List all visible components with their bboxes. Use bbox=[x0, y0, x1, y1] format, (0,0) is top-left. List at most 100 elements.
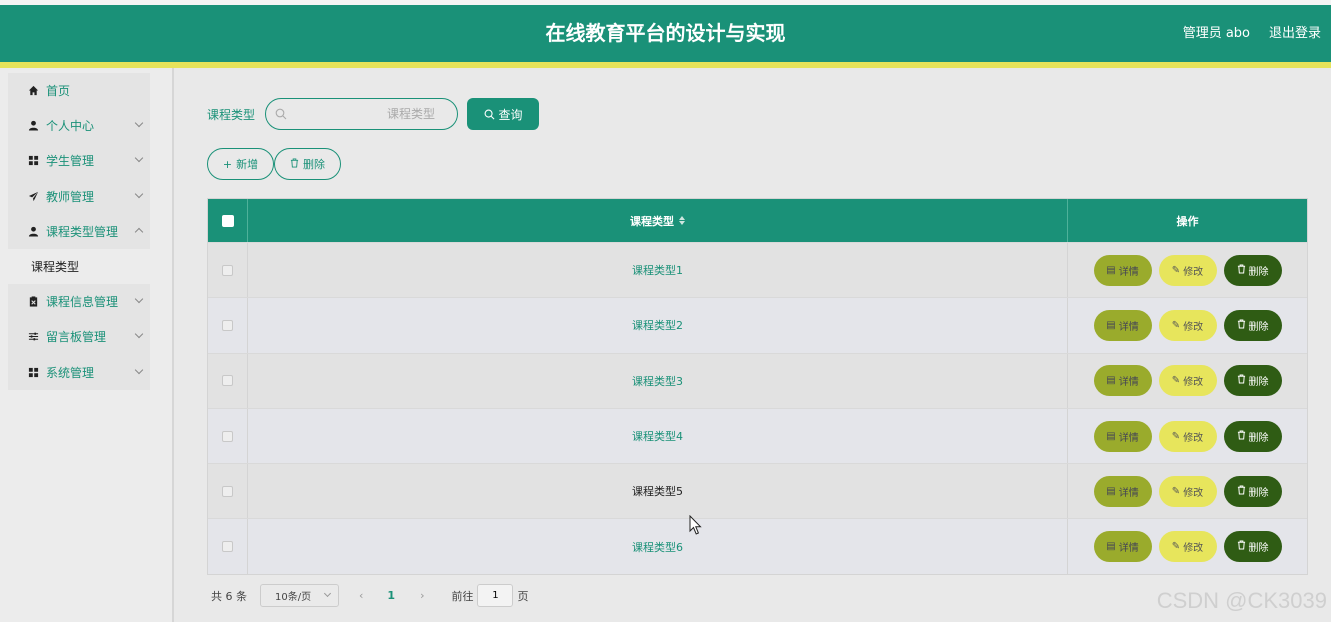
watermark: CSDN @CK3039 bbox=[1156, 588, 1327, 613]
table-header: 课程类型 操作 bbox=[208, 199, 1307, 242]
row-checkbox[interactable] bbox=[222, 485, 233, 497]
search-label: 课程类型 bbox=[207, 107, 256, 122]
pencil-icon: ✎ bbox=[1171, 430, 1181, 442]
goto-label: 前往 bbox=[451, 589, 474, 603]
goto-page-input[interactable] bbox=[477, 584, 514, 607]
row-checkbox[interactable] bbox=[222, 430, 233, 442]
edit-label: 修改 bbox=[1183, 377, 1204, 389]
course-type-cell: 课程类型5 bbox=[248, 464, 1068, 519]
column-header-course-type[interactable]: 课程类型 bbox=[248, 199, 1068, 242]
edit-button[interactable]: ✎ 修改 bbox=[1158, 531, 1217, 563]
row-select-cell bbox=[208, 408, 248, 464]
table-row: 课程类型2 ▤ 详情 ✎ 修改 删除 bbox=[208, 297, 1307, 353]
trash-icon bbox=[1237, 319, 1246, 332]
delete-button[interactable]: 删除 bbox=[1223, 475, 1282, 507]
next-page-button[interactable]: › bbox=[420, 589, 424, 602]
select-all-checkbox[interactable] bbox=[221, 214, 234, 227]
home-icon bbox=[26, 84, 40, 98]
delete-label: 删除 bbox=[1248, 432, 1269, 444]
table-row: 课程类型6 ▤ 详情 ✎ 修改 删除 bbox=[208, 518, 1307, 574]
add-button[interactable]: + 新增 bbox=[207, 148, 274, 180]
detail-button[interactable]: ▤ 详情 bbox=[1093, 420, 1152, 452]
table-row: 课程类型5 ▤ 详情 ✎ 修改 删除 bbox=[208, 463, 1307, 519]
detail-button[interactable]: ▤ 详情 bbox=[1093, 254, 1152, 286]
sidebar-item-course-info-management[interactable]: 课程信息管理 bbox=[8, 284, 150, 320]
prev-page-button[interactable]: ‹ bbox=[359, 589, 363, 602]
page-number-1[interactable]: 1 bbox=[387, 589, 395, 602]
delete-label: 删除 bbox=[1248, 487, 1269, 499]
column-header-actions: 操作 bbox=[1176, 214, 1199, 228]
row-checkbox[interactable] bbox=[222, 541, 233, 553]
table-row: 课程类型4 ▤ 详情 ✎ 修改 删除 bbox=[208, 407, 1307, 464]
row-actions: ▤ 详情 ✎ 修改 删除 bbox=[1068, 519, 1307, 573]
user-icon bbox=[26, 224, 40, 238]
batch-delete-button[interactable]: 删除 bbox=[274, 148, 341, 180]
edit-button[interactable]: ✎ 修改 bbox=[1158, 475, 1217, 507]
edit-button[interactable]: ✎ 修改 bbox=[1158, 254, 1217, 286]
sidebar-item-label: 留言板管理 bbox=[46, 330, 107, 345]
row-select-cell bbox=[208, 464, 248, 519]
document-icon: ▤ bbox=[1106, 264, 1116, 276]
mouse-cursor-icon bbox=[689, 515, 702, 535]
chevron-down-icon bbox=[134, 118, 144, 128]
header: 在线教育平台的设计与实现 管理员 abo 退出登录 bbox=[0, 5, 1331, 62]
row-checkbox[interactable] bbox=[222, 319, 233, 331]
sidebar: 首页 个人中心 学生管理 教师管理 课程类型管理 课程类型 课程信息管理 留言板… bbox=[0, 68, 174, 622]
search-input[interactable] bbox=[266, 99, 458, 129]
query-button-label: 查询 bbox=[498, 107, 523, 122]
edit-button[interactable]: ✎ 修改 bbox=[1158, 420, 1217, 452]
sidebar-item-home[interactable]: 首页 bbox=[8, 73, 150, 109]
trash-icon bbox=[1237, 264, 1246, 277]
query-button[interactable]: 查询 bbox=[467, 98, 540, 130]
table-row: 课程类型1 ▤ 详情 ✎ 修改 删除 bbox=[208, 242, 1307, 298]
pencil-icon: ✎ bbox=[1171, 319, 1181, 331]
detail-label: 详情 bbox=[1118, 487, 1139, 499]
row-checkbox[interactable] bbox=[222, 375, 233, 387]
sidebar-item-personal-center[interactable]: 个人中心 bbox=[8, 108, 150, 144]
document-icon: ▤ bbox=[1106, 485, 1116, 497]
batch-delete-label: 删除 bbox=[303, 158, 325, 171]
row-actions: ▤ 详情 ✎ 修改 删除 bbox=[1068, 298, 1307, 352]
detail-button[interactable]: ▤ 详情 bbox=[1093, 475, 1152, 507]
edit-label: 修改 bbox=[1183, 321, 1204, 333]
trash-icon bbox=[290, 158, 299, 171]
delete-button[interactable]: 删除 bbox=[1223, 531, 1282, 563]
row-checkbox[interactable] bbox=[222, 264, 233, 276]
edit-button[interactable]: ✎ 修改 bbox=[1158, 309, 1217, 341]
edit-label: 修改 bbox=[1183, 432, 1204, 444]
logout-button[interactable]: 退出登录 bbox=[1269, 5, 1321, 62]
detail-button[interactable]: ▤ 详情 bbox=[1093, 365, 1152, 397]
chevron-down-icon bbox=[134, 365, 144, 374]
toolbar: + 新增 删除 bbox=[207, 148, 341, 180]
current-user: 管理员 abo bbox=[1182, 26, 1250, 41]
grid-icon bbox=[26, 365, 40, 379]
course-type-cell: 课程类型2 bbox=[248, 298, 1068, 353]
sidebar-item-message-board-management[interactable]: 留言板管理 bbox=[8, 319, 150, 355]
delete-label: 删除 bbox=[1248, 543, 1269, 555]
table-row: 课程类型3 ▤ 详情 ✎ 修改 删除 bbox=[208, 352, 1307, 408]
sidebar-item-course-type-management[interactable]: 课程类型管理 bbox=[8, 213, 150, 249]
detail-label: 详情 bbox=[1118, 543, 1139, 555]
detail-button[interactable]: ▤ 详情 bbox=[1093, 309, 1152, 341]
sidebar-item-label: 课程类型管理 bbox=[46, 224, 119, 239]
document-icon: ▤ bbox=[1106, 430, 1116, 442]
delete-button[interactable]: 删除 bbox=[1223, 309, 1282, 341]
sidebar-item-student-management[interactable]: 学生管理 bbox=[8, 143, 150, 179]
sidebar-item-label: 课程信息管理 bbox=[46, 295, 119, 310]
sort-icon[interactable] bbox=[679, 216, 685, 225]
sidebar-subitem-course-type[interactable]: 课程类型 bbox=[8, 249, 150, 284]
detail-label: 详情 bbox=[1118, 432, 1139, 444]
sidebar-item-teacher-management[interactable]: 教师管理 bbox=[8, 178, 150, 214]
delete-button[interactable]: 删除 bbox=[1223, 254, 1282, 286]
page-suffix: 页 bbox=[517, 589, 529, 603]
detail-button[interactable]: ▤ 详情 bbox=[1093, 531, 1152, 563]
delete-button[interactable]: 删除 bbox=[1223, 365, 1282, 397]
page-size-select[interactable]: 10条/页 bbox=[260, 584, 339, 607]
edit-button[interactable]: ✎ 修改 bbox=[1158, 365, 1217, 397]
row-select-cell bbox=[208, 298, 248, 353]
trash-icon bbox=[1237, 540, 1246, 553]
pencil-icon: ✎ bbox=[1171, 485, 1181, 497]
sidebar-item-system-management[interactable]: 系统管理 bbox=[8, 354, 150, 390]
sidebar-menu: 首页 个人中心 学生管理 教师管理 课程类型管理 课程类型 课程信息管理 留言板… bbox=[8, 73, 150, 390]
delete-button[interactable]: 删除 bbox=[1223, 420, 1282, 452]
